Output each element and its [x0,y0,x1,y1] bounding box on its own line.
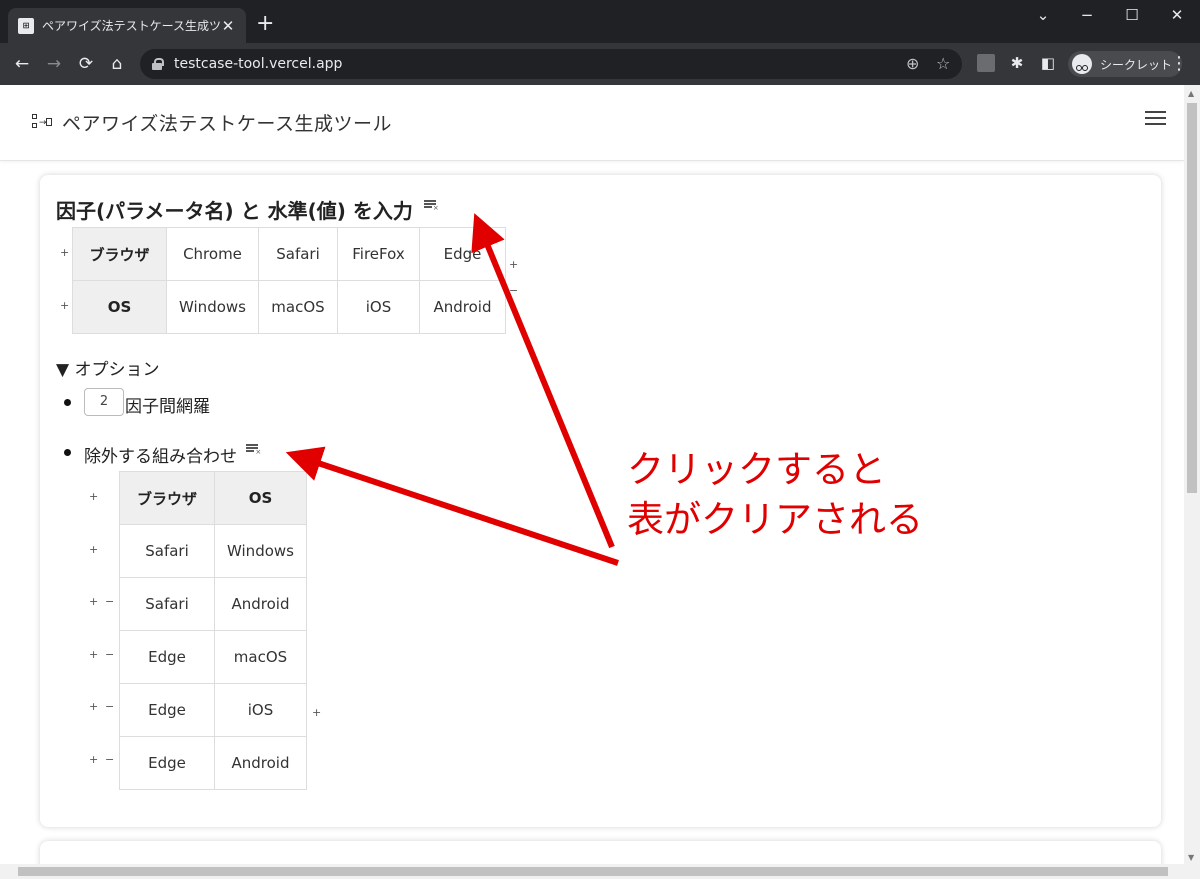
exclude-cell[interactable]: Windows [214,524,307,578]
page-viewport: → ペアワイズ法テストケース生成ツール 因子(パラメータ名) と 水準(値) を… [0,85,1200,879]
remove-exclude-row-button[interactable]: − [105,648,114,661]
exclude-header-row: ブラウザ OS [119,471,307,525]
exclude-label: 除外する組み合わせ × [84,442,261,467]
factor-name-cell[interactable]: ブラウザ [72,227,167,281]
back-button[interactable]: ← [10,52,34,76]
annotation-callout: クリックすると 表がクリアされる [627,445,923,545]
add-exclude-row-button[interactable]: + [89,491,98,503]
bookmark-star-icon[interactable]: ☆ [936,54,950,73]
add-factor-row-button[interactable]: + [60,247,69,259]
incognito-label: シークレット [1100,57,1173,72]
exclude-table: ブラウザ OS Safari Windows Safari Android Edge macO… [119,471,307,790]
factor-level-cell[interactable]: FireFox [337,227,420,281]
exclude-header-cell: ブラウザ [119,471,215,525]
exclude-row: Safari Android [119,577,307,631]
horizontal-scrollbar-thumb[interactable] [18,867,1168,876]
add-exclude-row-button[interactable]: + [89,754,98,766]
factor-row: ブラウザ Chrome Safari FireFox Edge [72,227,506,281]
exclude-row: Safari Windows [119,524,307,578]
app-header: → ペアワイズ法テストケース生成ツール [0,85,1184,161]
exclude-row: Edge macOS [119,630,307,684]
tab-strip: ⊞ ペアワイズ法テストケース生成ツール ✕ + ⌄ − ☐ ✕ [0,0,1200,43]
hamburger-menu-icon[interactable] [1145,111,1166,125]
browser-menu-icon[interactable]: ⋮ [1170,53,1188,75]
vertical-scrollbar-thumb[interactable] [1187,103,1197,493]
close-window-button[interactable]: ✕ [1167,6,1187,24]
factors-title-text: 因子(パラメータ名) と 水準(値) を入力 [56,199,413,223]
annotation-line-2: 表がクリアされる [627,498,923,541]
lock-icon [152,58,164,70]
browser-tab[interactable]: ⊞ ペアワイズ法テストケース生成ツール ✕ [8,8,246,43]
factor-level-cell[interactable]: Windows [166,280,259,334]
tab-search-chevron-icon[interactable]: ⌄ [1033,6,1053,24]
factors-table: ブラウザ Chrome Safari FireFox Edge OS Windows macO… [72,227,506,334]
exclude-cell[interactable]: macOS [214,630,307,684]
exclude-cell[interactable]: Edge [119,683,215,737]
add-exclude-row-button[interactable]: + [89,648,98,661]
list-bullet [64,449,71,456]
exclude-cell[interactable]: Android [214,736,307,790]
factor-level-cell[interactable]: Chrome [166,227,259,281]
add-level-button[interactable]: + [509,259,518,271]
minimize-button[interactable]: − [1077,6,1097,24]
factor-level-cell[interactable]: iOS [337,280,420,334]
url-text: testcase-tool.vercel.app [174,56,343,72]
list-bullet [64,399,71,406]
factor-level-cell[interactable]: Android [419,280,506,334]
home-button[interactable]: ⌂ [105,52,129,76]
incognito-icon [1072,54,1092,74]
side-panel-icon[interactable]: ◧ [1039,54,1057,72]
exclude-header-cell: OS [214,471,307,525]
clear-factors-icon[interactable]: × [423,200,439,212]
add-factor-row-button[interactable]: + [60,300,69,312]
remove-exclude-row-button[interactable]: − [105,701,114,713]
zoom-icon[interactable]: ⊕ [906,54,919,73]
remove-exclude-row-button[interactable]: − [105,596,114,608]
factor-row: OS Windows macOS iOS Android [72,280,506,334]
input-card: 因子(パラメータ名) と 水準(値) を入力 × + + ブラウザ Chrome Sa… [40,175,1161,827]
scroll-up-arrow-icon[interactable]: ▲ [1188,89,1194,98]
address-bar[interactable]: testcase-tool.vercel.app ⊕ ☆ [140,49,962,79]
options-summary[interactable]: ▼ オプション [56,355,159,380]
reload-button[interactable]: ⟳ [74,52,98,76]
exclude-cell[interactable]: Edge [119,630,215,684]
forward-button[interactable]: → [42,52,66,76]
maximize-button[interactable]: ☐ [1122,6,1142,24]
factor-level-cell[interactable]: Edge [419,227,506,281]
incognito-profile-button[interactable]: シークレット [1068,51,1183,77]
exclude-row: Edge iOS [119,683,307,737]
exclude-cell[interactable]: iOS [214,683,307,737]
annotation-line-1: クリックすると [627,448,886,491]
factor-level-cell[interactable]: macOS [258,280,338,334]
extensions-puzzle-icon[interactable]: ✱ [1008,54,1026,72]
tab-title: ペアワイズ法テストケース生成ツール [42,19,220,33]
clear-exclude-icon[interactable]: × [246,444,261,456]
factor-name-cell[interactable]: OS [72,280,167,334]
scroll-down-arrow-icon[interactable]: ▼ [1188,853,1194,862]
exclude-cell[interactable]: Safari [119,524,215,578]
app-title: ペアワイズ法テストケース生成ツール [62,113,392,135]
exclude-row: Edge Android [119,736,307,790]
remove-exclude-row-button[interactable]: − [105,754,114,766]
browser-toolbar: ← → ⟳ ⌂ testcase-tool.vercel.app ⊕ ☆ ✱ ◧… [0,43,1200,85]
new-tab-button[interactable]: + [256,12,274,36]
exclude-cell[interactable]: Android [214,577,307,631]
tab-close-icon[interactable]: ✕ [220,17,236,35]
factors-section-title: 因子(パラメータ名) と 水準(値) を入力 × [56,195,439,224]
factor-level-cell[interactable]: Safari [258,227,338,281]
add-exclude-column-button[interactable]: + [312,707,321,719]
add-exclude-row-button[interactable]: + [89,701,98,713]
remove-level-button[interactable]: − [509,285,518,297]
tab-favicon-icon: ⊞ [18,17,34,34]
coverage-label: 因子間網羅 [125,397,210,417]
add-exclude-row-button[interactable]: + [89,596,98,608]
exclude-label-text: 除外する組み合わせ [84,447,237,467]
exclude-cell[interactable]: Safari [119,577,215,631]
coverage-input[interactable]: 2 [84,388,124,416]
extension-image-icon[interactable] [977,54,995,72]
exclude-cell[interactable]: Edge [119,736,215,790]
app-logo-icon: → [32,113,52,131]
add-exclude-row-button[interactable]: + [89,543,98,556]
